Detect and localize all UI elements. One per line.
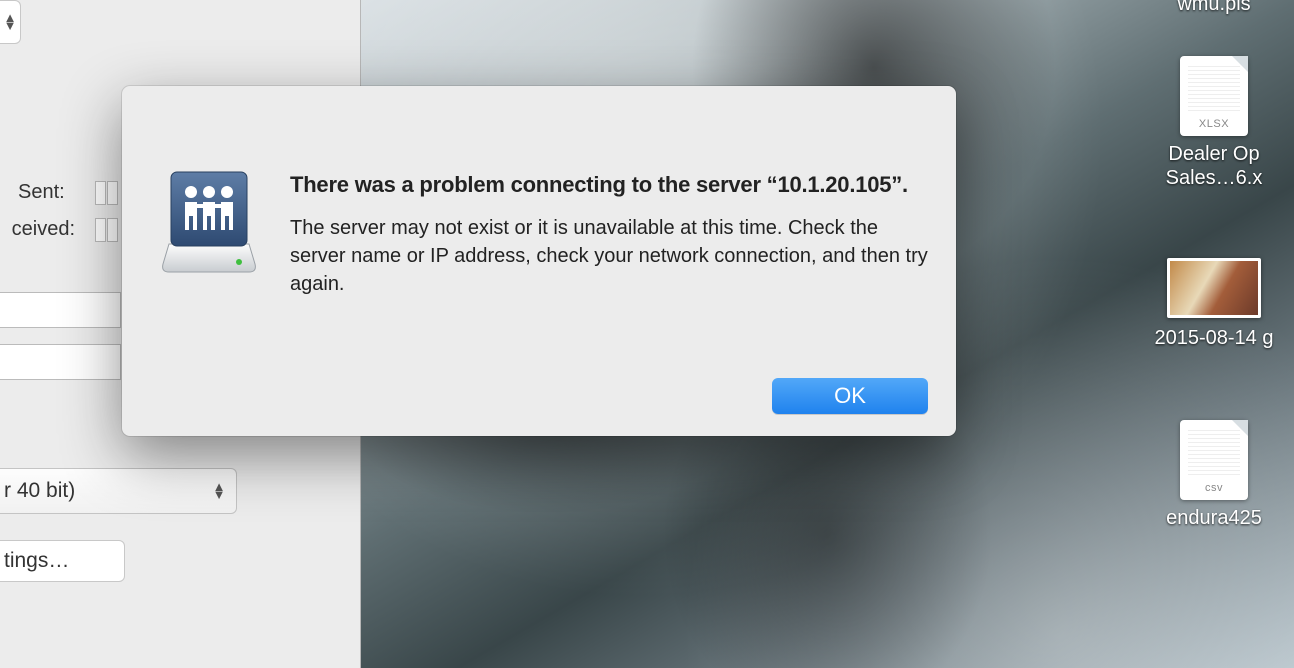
desktop-item-xlsx[interactable]: XLSX Dealer Op Sales…6.x bbox=[1134, 56, 1294, 190]
desktop-item-csv[interactable]: csv endura425 bbox=[1134, 420, 1294, 530]
encryption-dropdown-label: r 40 bit) bbox=[4, 479, 75, 502]
ok-button[interactable]: OK bbox=[772, 378, 928, 414]
received-field-2[interactable] bbox=[107, 218, 118, 242]
desktop-icons-column: wmu.pis XLSX Dealer Op Sales…6.x 2015-08… bbox=[1134, 0, 1294, 668]
sent-field-2[interactable] bbox=[107, 181, 118, 205]
desktop-item-label: Dealer Op Sales…6.x bbox=[1134, 142, 1294, 190]
desktop-item-label: wmu.pis bbox=[1134, 0, 1294, 16]
server-connection-error-dialog: There was a problem connecting to the se… bbox=[122, 86, 956, 436]
file-extension-label: XLSX bbox=[1199, 118, 1229, 130]
file-icon: XLSX bbox=[1180, 56, 1248, 136]
received-label: ceived: bbox=[0, 218, 75, 241]
text-field-1[interactable] bbox=[0, 292, 121, 328]
dialog-content: There was a problem connecting to the se… bbox=[264, 114, 928, 414]
sent-label: Sent: bbox=[18, 181, 65, 204]
desktop-item-label: endura425 bbox=[1134, 506, 1294, 530]
network-drive-icon bbox=[154, 114, 264, 414]
settings-button[interactable]: tings… bbox=[0, 540, 125, 582]
file-icon: csv bbox=[1180, 420, 1248, 500]
image-thumbnail-icon bbox=[1167, 258, 1261, 318]
received-field-1[interactable] bbox=[95, 218, 106, 242]
encryption-dropdown[interactable]: r 40 bit) ▲▼ bbox=[0, 468, 237, 514]
desktop-item-label: 2015-08-14 g bbox=[1134, 326, 1294, 350]
file-extension-label: csv bbox=[1205, 482, 1223, 494]
sent-field-1[interactable] bbox=[95, 181, 106, 205]
desktop-item-wmu[interactable]: wmu.pis bbox=[1134, 0, 1294, 16]
text-field-2[interactable] bbox=[0, 344, 121, 380]
dialog-title: There was a problem connecting to the se… bbox=[290, 170, 928, 200]
settings-button-label: tings… bbox=[4, 549, 69, 572]
updown-stepper-icon: ▲▼ bbox=[210, 475, 228, 507]
dropdown-stepper-icon[interactable]: ▲▼ bbox=[0, 0, 21, 44]
dialog-message: The server may not exist or it is unavai… bbox=[290, 214, 928, 298]
desktop-item-image[interactable]: 2015-08-14 g bbox=[1134, 258, 1294, 350]
